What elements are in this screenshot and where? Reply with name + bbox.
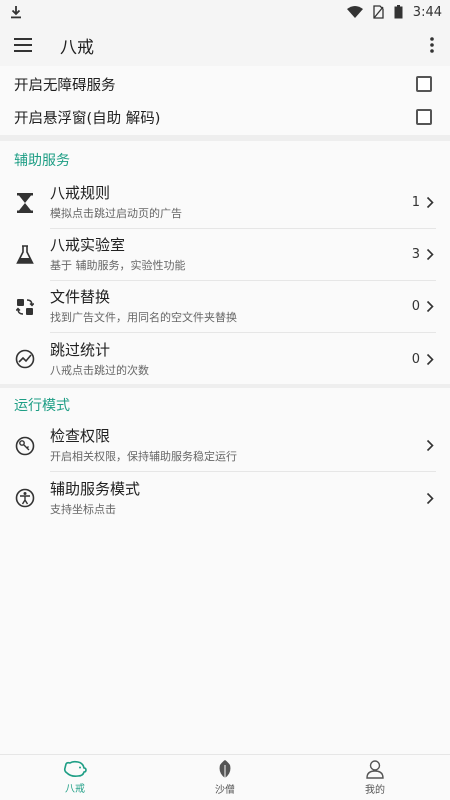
nav-label: 八戒: [65, 784, 85, 795]
item-subtitle: 支持坐标点击: [50, 502, 116, 516]
flask-icon: [16, 245, 34, 264]
wifi-icon: [346, 6, 363, 18]
battery-icon: [394, 5, 403, 19]
download-icon: [10, 5, 22, 19]
status-time: 3:44: [412, 4, 442, 20]
nav-tab-mine[interactable]: 我的: [300, 755, 450, 800]
status-bar: 3:44: [0, 0, 450, 24]
list-item-file-replace[interactable]: 文件替换 找到广告文件，用同名的空文件夹替换 0: [0, 281, 450, 333]
accessibility-checkbox[interactable]: [416, 76, 432, 92]
menu-button[interactable]: [0, 24, 46, 66]
permission-icon: [15, 436, 35, 456]
item-subtitle: 模拟点击跳过启动页的广告: [50, 207, 182, 220]
item-title: 文件替换: [50, 288, 111, 306]
item-title: 八戒实验室: [50, 236, 126, 254]
item-count: 3: [411, 247, 420, 262]
pig-icon: [63, 760, 87, 777]
section-header-assist-service: 辅助服务: [14, 153, 70, 169]
item-subtitle: 找到广告文件，用同名的空文件夹替换: [50, 311, 237, 324]
chevron-right-icon: [426, 248, 434, 261]
item-count: 0: [411, 351, 420, 367]
hamburger-icon: [14, 38, 32, 52]
item-title: 辅助服务模式: [50, 479, 141, 498]
list-item-skip-stats[interactable]: 跳过统计 八戒点击跳过的次数 0: [0, 333, 450, 385]
bottom-navigation: 八戒 沙僧 我的: [0, 754, 450, 800]
nav-label: 沙僧: [215, 785, 235, 796]
chevron-right-icon: [426, 439, 434, 452]
app-bar: 八戒: [0, 24, 450, 66]
toggle-label: 开启悬浮窗(自助 解码): [14, 110, 161, 127]
nav-label: 我的: [365, 785, 385, 796]
chevron-right-icon: [426, 492, 434, 504]
item-title: 检查权限: [50, 427, 111, 445]
stats-icon: [15, 349, 35, 369]
item-subtitle: 基于 辅助服务，实验性功能: [50, 259, 186, 272]
item-count: 0: [411, 299, 420, 314]
more-options-button[interactable]: [414, 24, 450, 66]
toggle-accessibility-service[interactable]: 开启无障碍服务: [0, 67, 450, 101]
section-header-run-mode: 运行模式: [14, 398, 70, 414]
toggle-label: 开启无障碍服务: [14, 77, 116, 94]
accessibility-icon: [15, 488, 35, 508]
list-item-check-permissions[interactable]: 检查权限 开启相关权限，保持辅助服务稳定运行: [0, 420, 450, 472]
chevron-right-icon: [426, 300, 434, 313]
chevron-right-icon: [426, 353, 434, 365]
item-subtitle: 八戒点击跳过的次数: [50, 363, 149, 377]
no-sim-icon: [373, 5, 384, 19]
section-divider: [0, 135, 450, 141]
page-title: 八戒: [60, 37, 94, 58]
chevron-right-icon: [426, 196, 434, 209]
list-item-lab[interactable]: 八戒实验室 基于 辅助服务，实验性功能 3: [0, 229, 450, 281]
list-item-assist-mode[interactable]: 辅助服务模式 支持坐标点击: [0, 472, 450, 524]
item-title: 跳过统计: [50, 340, 111, 359]
leaf-icon: [219, 760, 231, 778]
nav-tab-bajie[interactable]: 八戒: [0, 755, 150, 800]
more-vert-icon: [430, 37, 434, 53]
floating-window-checkbox[interactable]: [416, 109, 432, 125]
swap-files-icon: [16, 299, 34, 315]
user-icon: [366, 760, 384, 779]
nav-tab-shaseng[interactable]: 沙僧: [150, 755, 300, 800]
section-divider: [0, 384, 450, 388]
item-title: 八戒规则: [50, 184, 111, 202]
item-count: 1: [411, 195, 420, 210]
toggle-floating-window[interactable]: 开启悬浮窗(自助 解码): [0, 100, 450, 134]
list-item-rules[interactable]: 八戒规则 模拟点击跳过启动页的广告 1: [0, 177, 450, 229]
item-subtitle: 开启相关权限，保持辅助服务稳定运行: [50, 450, 237, 463]
hourglass-icon: [17, 193, 33, 213]
